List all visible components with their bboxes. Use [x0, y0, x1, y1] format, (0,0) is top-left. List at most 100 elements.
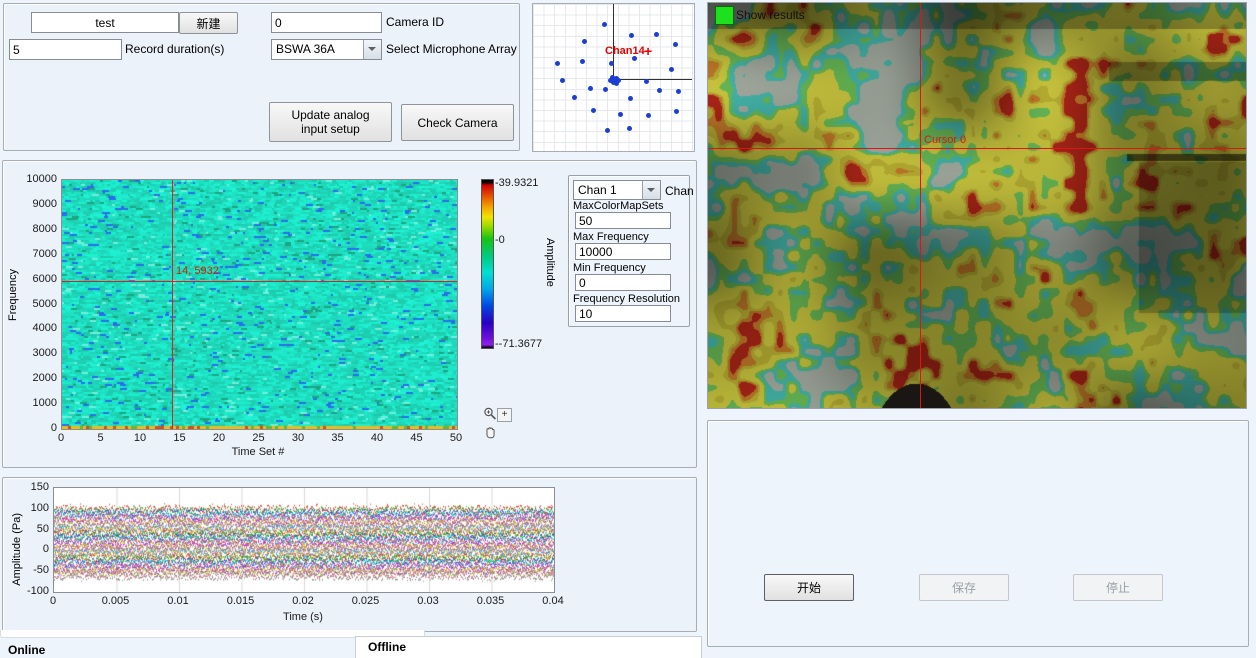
waveform-canvas	[54, 488, 554, 592]
mic-dot	[555, 61, 560, 66]
colorbar-title: Amplitude	[544, 238, 556, 287]
chevron-down-icon[interactable]	[363, 40, 381, 59]
online-status-label: Online	[8, 643, 45, 657]
mic-dot	[627, 126, 632, 131]
waveform-ytick: -50	[11, 564, 49, 576]
colorbar-mid-label: -0	[495, 234, 505, 246]
spectrogram-xlabel: Time Set #	[158, 446, 358, 458]
analysis-field-label: MaxColorMapSets	[573, 200, 663, 212]
analysis-field-input[interactable]	[575, 243, 671, 260]
waveform-ytick: 50	[11, 523, 49, 535]
mic-cursor-cross-icon[interactable]: +	[644, 43, 652, 59]
mic-array-select[interactable]: BSWA 36A	[271, 39, 382, 60]
spectrogram-canvas	[62, 180, 457, 429]
chevron-down-icon[interactable]	[642, 181, 660, 199]
analysis-field-input[interactable]	[575, 305, 671, 322]
camera-id-label: Camera ID	[386, 15, 444, 29]
spectrogram-cursor-readout: 14, 5932	[176, 265, 219, 277]
mic-dot	[654, 32, 659, 37]
chan-label: Chan	[665, 184, 694, 198]
mic-dot	[588, 86, 593, 91]
record-duration-label: Record duration(s)	[125, 42, 224, 56]
waveform-xtick: 0	[28, 595, 78, 607]
mic-dot	[657, 88, 662, 93]
mic-dot	[676, 89, 681, 94]
spectrogram-xtick: 35	[318, 432, 358, 444]
mic-dot	[603, 87, 608, 92]
mic-dot	[644, 79, 649, 84]
spectrogram-ytick: 9000	[13, 198, 57, 210]
spectrogram-ytick: 10000	[13, 173, 57, 185]
setup-panel: 新建 Camera ID Record duration(s) BSWA 36A…	[3, 3, 520, 151]
spectrogram-cursor-hline[interactable]	[62, 281, 457, 282]
mic-dot	[673, 42, 678, 47]
waveform-xtick: 0.005	[91, 595, 141, 607]
offline-status-label: Offline	[368, 640, 406, 654]
check-camera-button[interactable]: Check Camera	[401, 104, 514, 141]
analysis-field-label: Min Frequency	[573, 262, 646, 274]
hand-tool-icon[interactable]	[484, 426, 497, 442]
chan-select-value: Chan 1	[578, 183, 617, 197]
analysis-field-input[interactable]	[575, 212, 671, 229]
save-button[interactable]: 保存	[919, 574, 1009, 601]
project-name-input[interactable]	[31, 12, 179, 33]
spectrogram-plot[interactable]: 14, 5932	[61, 179, 458, 430]
camera-id-input[interactable]	[271, 12, 382, 33]
spectrogram-xtick: 30	[278, 432, 318, 444]
mic-dot	[602, 22, 607, 27]
waveform-xtick: 0.015	[216, 595, 266, 607]
spectrogram-xtick: 0	[41, 432, 81, 444]
analysis-field-input[interactable]	[575, 274, 671, 291]
spectrogram-ytick: 8000	[13, 223, 57, 235]
offline-status-box: Offline	[355, 636, 702, 658]
record-duration-input[interactable]	[9, 39, 122, 60]
mic-dot	[591, 108, 596, 113]
waveform-ytick: 150	[11, 481, 49, 493]
spectrogram-xtick: 20	[199, 432, 239, 444]
mic-cursor-label: Chan14	[605, 45, 645, 57]
mic-dot	[614, 81, 619, 86]
mic-dot	[609, 61, 614, 66]
stop-button[interactable]: 停止	[1073, 574, 1163, 601]
camera-view-panel[interactable]: Show results Cursor 0	[707, 2, 1247, 409]
spectrogram-xtick: 5	[81, 432, 121, 444]
acoustic-camera-app: 新建 Camera ID Record duration(s) BSWA 36A…	[0, 0, 1256, 658]
update-analog-input-button[interactable]: Update analog input setup	[269, 102, 392, 142]
mic-array-value: BSWA 36A	[276, 42, 335, 56]
waveform-ytick: 0	[11, 543, 49, 555]
analysis-field-label: Frequency Resolution	[573, 293, 680, 305]
spectrogram-xtick: 50	[436, 432, 476, 444]
waveform-xtick: 0.025	[341, 595, 391, 607]
mic-array-label: Select Microphone Array	[386, 42, 517, 56]
mic-dot	[582, 39, 587, 44]
spectrogram-ytick: 2000	[13, 372, 57, 384]
mic-axis-horizontal	[613, 79, 692, 80]
waveform-xlabel: Time (s)	[203, 611, 403, 623]
cursor-tool-icon[interactable]: +	[497, 408, 512, 422]
spectrogram-ytick: 5000	[13, 298, 57, 310]
spectrogram-ytick: 3000	[13, 347, 57, 359]
waveform-panel: Amplitude (Pa) 150100500-50-100 00.0050.…	[2, 477, 697, 632]
mic-dot	[674, 109, 679, 114]
show-results-label: Show results	[736, 8, 805, 22]
camera-cursor-hline[interactable]	[708, 148, 1246, 149]
mic-dot	[618, 112, 623, 117]
spectrogram-xtick: 40	[357, 432, 397, 444]
mic-dot	[632, 56, 637, 61]
camera-heatmap-canvas	[708, 3, 1246, 408]
waveform-xtick: 0.02	[278, 595, 328, 607]
chan-select[interactable]: Chan 1	[573, 180, 661, 200]
analysis-cluster: Chan 1 Chan MaxColorMapSetsMax Frequency…	[568, 175, 690, 327]
spectrogram-xtick: 15	[160, 432, 200, 444]
show-results-checkbox[interactable]	[715, 6, 734, 25]
mic-dot	[669, 67, 674, 72]
mic-dot	[580, 59, 585, 64]
new-button[interactable]: 新建	[179, 12, 238, 34]
start-button[interactable]: 开始	[764, 574, 854, 601]
colorbar-max-label: -39.9321	[495, 177, 538, 189]
spectrogram-cursor-vline[interactable]	[172, 180, 173, 429]
zoom-tool-icon[interactable]	[483, 407, 497, 424]
mic-array-plot[interactable]: Chan14 +	[532, 3, 695, 152]
camera-cursor-vline[interactable]	[920, 3, 921, 408]
waveform-plot[interactable]	[53, 487, 555, 593]
